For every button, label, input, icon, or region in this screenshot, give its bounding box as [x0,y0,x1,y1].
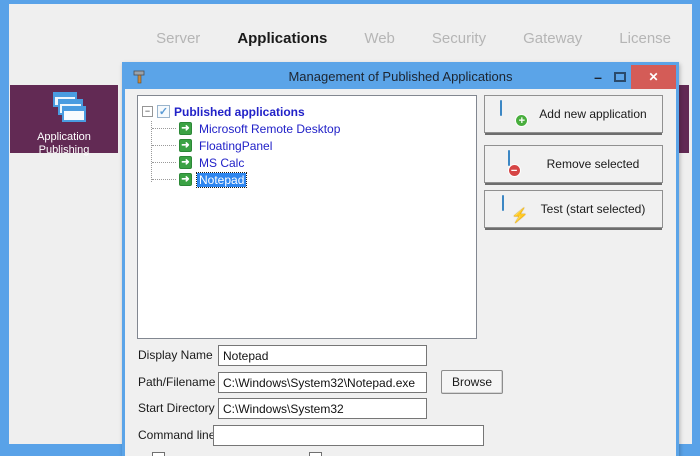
cutoff-checkbox-2[interactable] [309,452,322,456]
tile-sliver-partial [679,85,689,153]
display-name-input[interactable] [218,345,427,366]
add-new-application-button[interactable]: + Add new application [484,95,663,133]
top-nav: Server Applications Web Security Gateway… [156,30,671,47]
green-arrow-icon: ➜ [179,122,192,135]
tree-item-label-selected: Notepad [195,171,248,188]
browse-button[interactable]: Browse [441,370,503,394]
tree-item-label: MS Calc [199,155,245,170]
dialog-management-published-applications: Management of Published Applications – ✕… [122,62,679,456]
remove-selected-button[interactable]: − Remove selected [484,145,663,183]
tab-applications[interactable]: Applications [237,30,327,47]
stacked-windows-icon [42,92,86,127]
window-test-icon: ⚡ [501,195,532,223]
tab-security[interactable]: Security [432,30,486,47]
root-checkbox[interactable]: ✓ [157,105,170,118]
test-start-selected-label: Test (start selected) [540,202,646,216]
minimize-button[interactable]: – [587,65,609,89]
tab-gateway[interactable]: Gateway [523,30,582,47]
collapse-icon[interactable]: − [142,106,153,117]
path-filename-input[interactable] [218,372,427,393]
display-name-label: Display Name [138,348,213,362]
dialog-titlebar[interactable]: Management of Published Applications – ✕ [125,65,676,89]
tree-connector-line [151,121,152,182]
close-button[interactable]: ✕ [631,65,676,89]
green-arrow-icon: ➜ [179,139,192,152]
tab-server[interactable]: Server [156,30,200,47]
green-arrow-icon: ➜ [179,156,192,169]
maximize-icon[interactable] [614,72,626,82]
cutoff-checkbox-1[interactable] [152,452,165,456]
tree-item-floatingpanel[interactable]: ➜ FloatingPanel [152,137,472,154]
applications-tree: − ✓ Published applications ➜ Microsoft R… [142,103,472,188]
test-start-selected-button[interactable]: ⚡ Test (start selected) [484,190,663,228]
tree-item-label: Microsoft Remote Desktop [199,121,341,136]
window-add-icon: + [500,100,530,127]
start-directory-label: Start Directory [138,401,215,415]
tree-item-label: FloatingPanel [199,138,273,153]
command-line-option-input[interactable] [213,425,484,446]
lightning-bolt-icon: ⚡ [511,207,529,223]
tree-item-notepad[interactable]: ➜ Notepad [152,171,472,188]
window-remove-icon: − [507,150,538,177]
tile-application-publishing[interactable]: Application Publishing [10,85,118,156]
start-directory-input[interactable] [218,398,427,419]
dialog-content: − ✓ Published applications ➜ Microsoft R… [125,89,676,456]
tile-label: Application Publishing [37,131,91,156]
window-controls: – ✕ [587,65,676,89]
published-applications-list[interactable]: − ✓ Published applications ➜ Microsoft R… [137,95,477,339]
tree-root-row[interactable]: − ✓ Published applications [142,103,472,120]
tab-license[interactable]: License [619,30,671,47]
path-filename-label: Path/Filename [138,375,216,389]
tree-root-label: Published applications [174,104,305,119]
green-arrow-icon: ➜ [179,173,192,186]
tab-web[interactable]: Web [364,30,395,47]
remove-selected-label: Remove selected [546,157,640,171]
app-window: Server Applications Web Security Gateway… [0,0,700,456]
tree-item-ms-calc[interactable]: ➜ MS Calc [152,154,472,171]
tree-item-microsoft-remote-desktop[interactable]: ➜ Microsoft Remote Desktop [152,120,472,137]
add-new-application-label: Add new application [539,107,647,121]
